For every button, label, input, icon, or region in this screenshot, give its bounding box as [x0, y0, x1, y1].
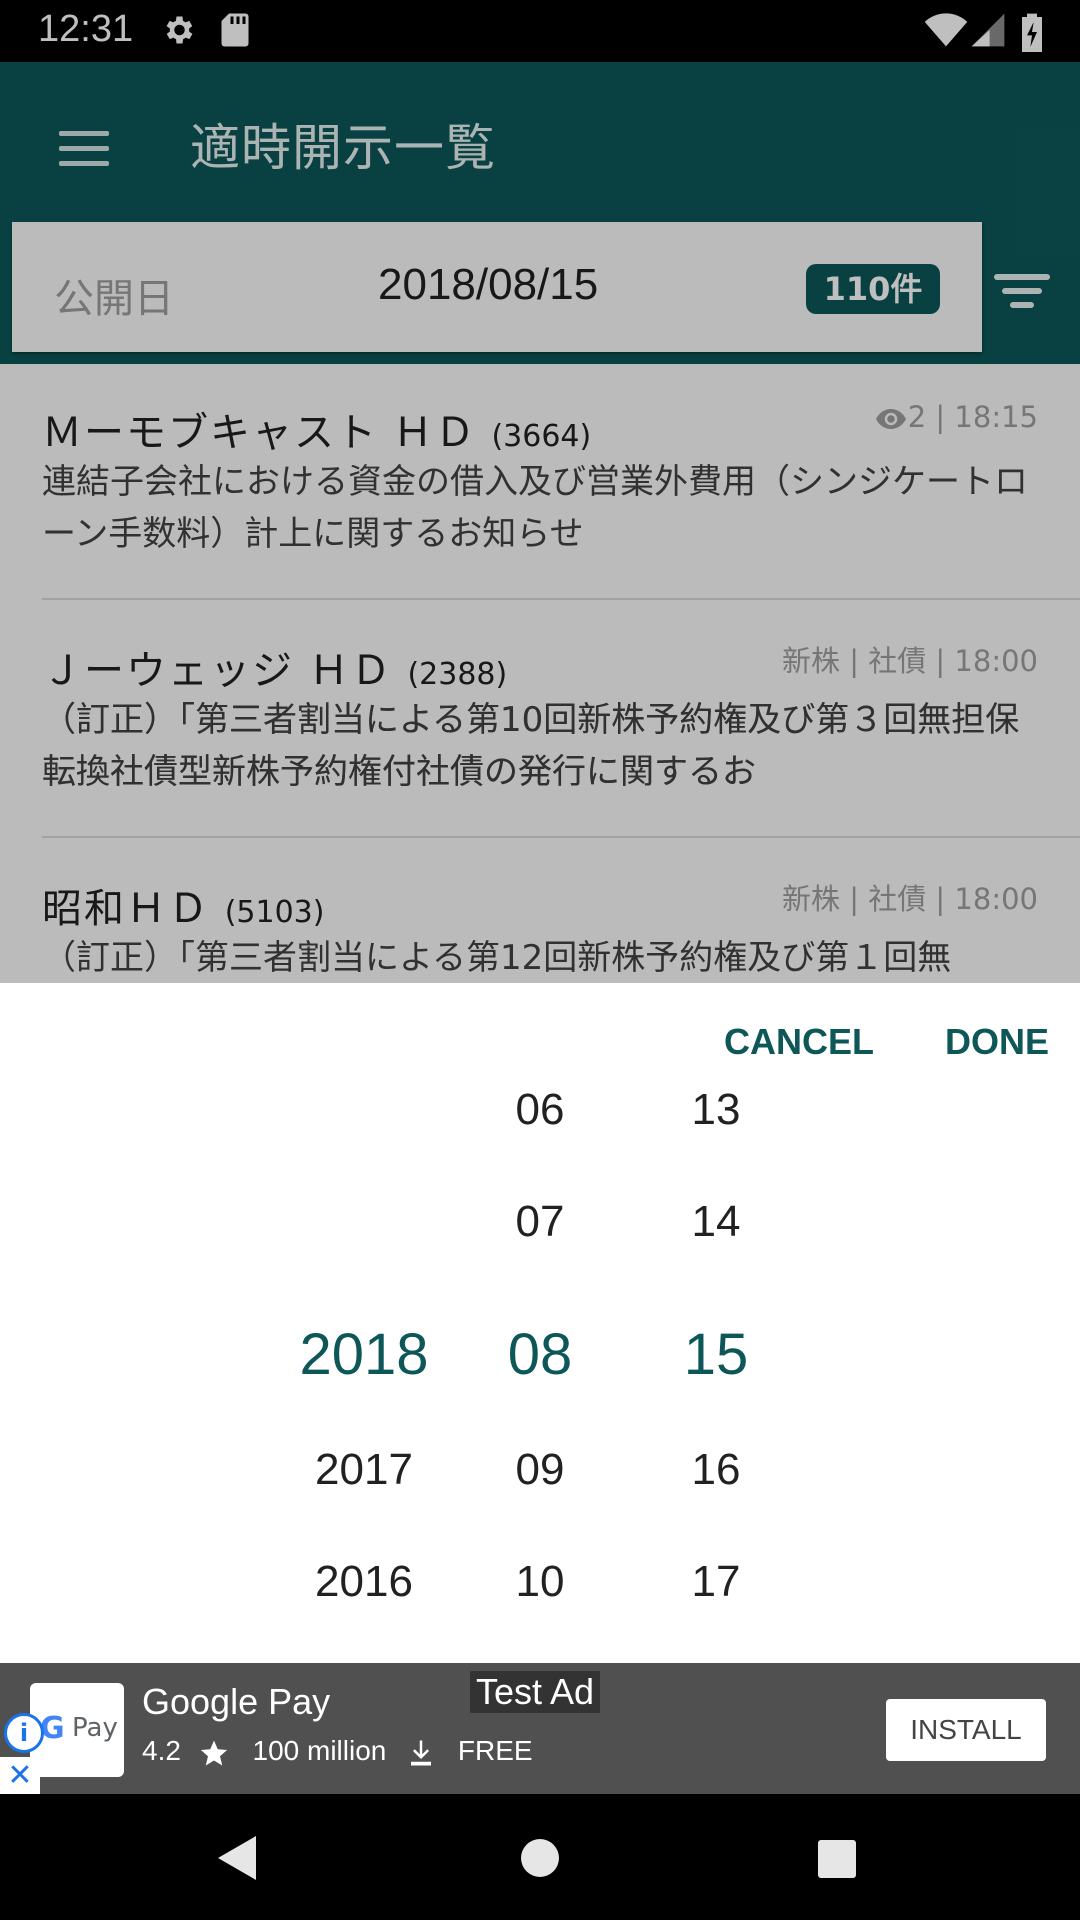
wheel-option-selected[interactable]: 15 [616, 1321, 816, 1388]
star-icon [200, 1740, 227, 1766]
ad-banner[interactable]: G Pay i ✕ Google Pay Test Ad 4.2 100 mil… [0, 1663, 1080, 1794]
ad-details: 4.2 100 million FREE [142, 1735, 533, 1768]
date-picker: CANCEL DONE 2018 2017 2016 06 07 08 09 1… [0, 983, 1080, 1663]
close-icon[interactable]: ✕ [0, 1757, 40, 1794]
wheel-option[interactable]: 10 [440, 1557, 640, 1607]
wheel-option[interactable]: 09 [440, 1445, 640, 1495]
ad-downloads: 100 million [252, 1735, 387, 1766]
wheel-option-selected[interactable]: 08 [440, 1321, 640, 1388]
wheel-option[interactable]: 13 [616, 1085, 816, 1135]
home-icon[interactable] [518, 1836, 562, 1880]
ad-logo-text: Pay [72, 1713, 118, 1743]
recents-icon[interactable] [816, 1838, 858, 1880]
ad-logo: G Pay [30, 1683, 124, 1777]
ad-rating: 4.2 [142, 1735, 181, 1766]
wheel-option[interactable]: 14 [616, 1197, 816, 1247]
wheel-option[interactable]: 2017 [264, 1445, 464, 1495]
wheel-option[interactable]: 2016 [264, 1557, 464, 1607]
navigation-bar [0, 1794, 1080, 1920]
info-icon[interactable]: i [4, 1713, 44, 1753]
ad-price: FREE [457, 1735, 533, 1766]
wheel-option[interactable]: 17 [616, 1557, 816, 1607]
ad-title: Google Pay [142, 1681, 331, 1722]
wheel-option[interactable]: 06 [440, 1085, 640, 1135]
wheel-option-selected[interactable]: 2018 [264, 1321, 464, 1388]
test-ad-label: Test Ad [470, 1671, 601, 1713]
modal-scrim[interactable] [0, 0, 1080, 983]
download-icon [411, 1740, 432, 1766]
install-button[interactable]: INSTALL [886, 1699, 1046, 1761]
done-button[interactable]: DONE [945, 1021, 1049, 1063]
back-icon[interactable] [214, 1834, 260, 1882]
wheel-option[interactable]: 07 [440, 1197, 640, 1247]
wheel-option[interactable]: 16 [616, 1445, 816, 1495]
cancel-button[interactable]: CANCEL [724, 1021, 874, 1063]
